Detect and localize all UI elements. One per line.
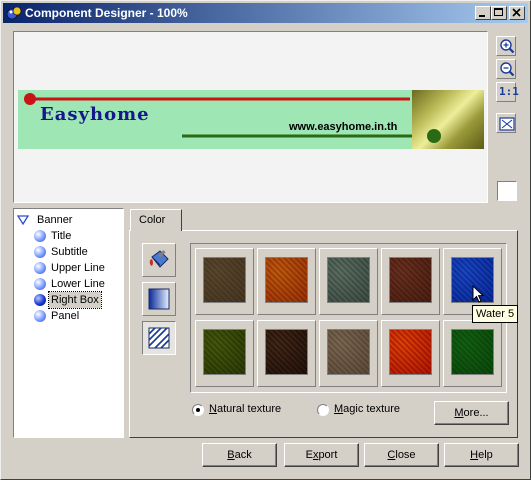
window-title: Component Designer - 100% [25,6,188,20]
texture-sand[interactable] [195,248,254,315]
node-ball-icon [34,246,46,258]
texture-thumbnail [265,329,308,375]
zoom-out-button[interactable] [496,59,516,79]
title-bar[interactable]: Component Designer - 100% [3,3,528,23]
texture-bark[interactable] [257,320,316,387]
texture-autumn-leaves[interactable] [257,248,316,315]
gradient-icon [148,288,170,310]
tree-item-label: Panel [51,310,80,322]
tree-root-label: Banner [37,214,73,226]
paint-bucket-icon [149,250,169,268]
texture-moss[interactable] [195,320,254,387]
radio-indicator [317,404,329,416]
texture-thumbnail [265,257,308,303]
zoom-out-icon [500,62,515,77]
texture-grass[interactable] [443,320,502,387]
texture-thumbnail [451,329,494,375]
close-window-button[interactable] [509,6,525,20]
node-ball-icon [34,294,46,306]
texture-soil[interactable] [381,248,440,315]
maximize-button[interactable] [491,6,507,20]
texture-thumbnail [389,257,432,303]
close-icon [512,8,521,17]
actual-size-button[interactable]: 1:1 [496,82,519,102]
export-button[interactable]: Export [284,443,359,467]
solid-fill-tool[interactable] [142,243,176,277]
component-designer-window: Component Designer - 100% Easyhome www.e… [0,0,531,480]
tree-item-label: Title [51,230,72,242]
magic-texture-label: Magic texture [334,403,401,415]
color-swatch[interactable] [497,181,517,201]
app-icon [6,6,22,20]
back-button[interactable]: Back [202,443,277,467]
texture-pebbles[interactable] [319,248,378,315]
node-ball-icon [34,310,46,322]
node-ball-icon [34,278,46,290]
texture-thumbnail [203,257,246,303]
actual-size-icon: 1:1 [499,85,519,98]
maximize-icon [494,8,503,16]
banner-url: www.easyhome.in.th [289,121,398,133]
texture-gallery [190,243,507,393]
more-textures-button[interactable]: More... [434,401,509,425]
tab-color[interactable]: Color [130,209,182,231]
texture-thumbnail [203,329,246,375]
banner-title: Easyhome [40,104,150,125]
natural-texture-label: Natural texture [209,403,282,415]
zoom-in-icon [500,39,515,54]
texture-stone[interactable] [319,320,378,387]
expand-triangle-icon [17,215,29,226]
help-button[interactable]: Help [444,443,519,467]
component-tree: Banner Title Subtitle Upper Line Lower Line… [13,208,124,438]
gradient-tool[interactable] [142,282,176,316]
texture-thumbnail [389,329,432,375]
close-button[interactable]: Close [364,443,439,467]
fit-icon [499,117,515,131]
tab-color-label: Color [139,214,166,226]
minimize-icon [479,15,485,17]
mouse-pointer-icon [472,285,485,303]
banner-preview[interactable]: Easyhome www.easyhome.in.th [18,90,484,149]
node-ball-icon [34,230,46,242]
minimize-button[interactable] [475,6,491,20]
texture-tooltip: Water 5 [472,305,519,323]
node-ball-icon [34,262,46,274]
tree-item-label: Upper Line [51,262,105,274]
preview-canvas: Easyhome www.easyhome.in.th [13,31,488,203]
fit-to-window-button[interactable] [496,113,516,133]
tree-item-label: Right Box [48,291,102,309]
tree-item-label: Subtitle [51,246,88,258]
texture-flowers[interactable] [381,320,440,387]
texture-icon [148,327,170,349]
texture-tool[interactable] [142,321,176,355]
texture-thumbnail [327,257,370,303]
texture-thumbnail [327,329,370,375]
zoom-in-button[interactable] [496,36,516,56]
tree-item-label: Lower Line [51,278,105,290]
radio-indicator [192,404,204,416]
